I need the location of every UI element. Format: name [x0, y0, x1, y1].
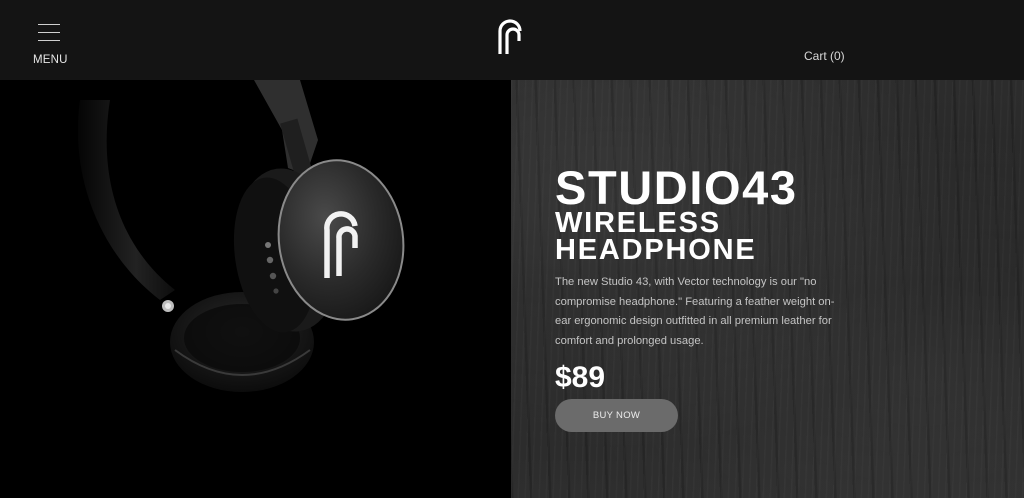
product-price: $89 — [555, 361, 606, 394]
hero-content-panel: STUDIO43 WIRELESS HEADPHONE The new Stud… — [511, 80, 1024, 498]
brand-logo-icon[interactable] — [496, 18, 526, 56]
headphone-image — [77, 80, 405, 392]
site-header: MENU Cart (0) — [0, 0, 1024, 80]
buy-now-button[interactable]: BUY NOW — [555, 399, 678, 432]
product-title: STUDIO43 — [555, 161, 798, 214]
hero-product-image — [0, 80, 511, 498]
cart-link[interactable]: Cart (0) — [804, 49, 845, 63]
product-subtitle-line2: HEADPHONE — [555, 234, 757, 266]
product-description: The new Studio 43, with Vector technolog… — [555, 276, 835, 347]
hamburger-icon[interactable] — [38, 22, 60, 41]
page: MENU Cart (0) STUDIO43 WIRELESS HEADPHON… — [0, 0, 1024, 498]
menu-button[interactable]: MENU — [28, 18, 72, 70]
menu-label[interactable]: MENU — [33, 54, 68, 66]
